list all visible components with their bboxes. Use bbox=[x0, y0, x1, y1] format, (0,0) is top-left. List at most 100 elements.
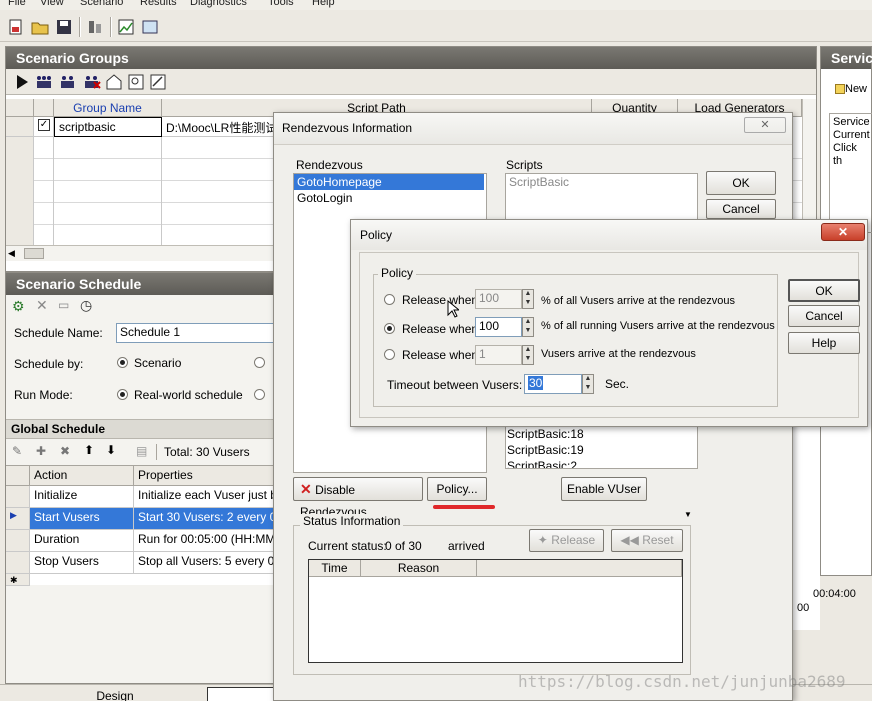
view-script-icon[interactable] bbox=[126, 72, 146, 92]
policy-option-2-input[interactable]: 100 bbox=[475, 317, 522, 337]
move-up-icon[interactable]: ⬆ bbox=[84, 443, 94, 457]
policy-option-1-suffix: % of all Vusers arrive at the rendezvous bbox=[541, 295, 736, 307]
menu-view[interactable]: View bbox=[40, 0, 64, 8]
policy-groupbox-label: Policy bbox=[378, 266, 417, 280]
column-properties[interactable]: Properties bbox=[134, 466, 279, 486]
policy-option-1-radio[interactable] bbox=[384, 294, 395, 305]
props-initialize[interactable]: Initialize each Vuser just befo bbox=[134, 486, 279, 508]
save-icon[interactable] bbox=[54, 17, 74, 37]
policy-ok-button[interactable]: OK bbox=[788, 279, 860, 302]
results-icon[interactable] bbox=[140, 17, 160, 37]
policy-option-3-input[interactable]: 1 bbox=[475, 345, 522, 365]
menu-scenario[interactable]: Scenario bbox=[80, 0, 123, 8]
schedule-by-scenario-label: Scenario bbox=[134, 356, 182, 370]
policy-option-2-radio[interactable] bbox=[384, 323, 395, 334]
policy-close-button[interactable]: ✕ bbox=[821, 223, 865, 241]
load-generators-icon[interactable] bbox=[86, 17, 106, 37]
current-status-label: Current status: bbox=[308, 539, 387, 553]
global-schedule-grid: Action Properties Initialize Initialize … bbox=[6, 465, 279, 586]
policy-button[interactable]: Policy... bbox=[427, 477, 487, 501]
menu-results[interactable]: Results bbox=[140, 0, 177, 8]
reset-button[interactable]: ◀◀ Reset bbox=[611, 529, 683, 552]
rendezvous-close-button[interactable]: ✕ bbox=[744, 117, 786, 133]
scripts-scroll-down-icon[interactable]: ▼ bbox=[684, 510, 692, 519]
column-group-name[interactable]: Group Name bbox=[54, 99, 162, 117]
run-time-settings-icon[interactable] bbox=[148, 72, 168, 92]
vusers-icon[interactable] bbox=[34, 72, 54, 92]
policy-option-2-spinner[interactable]: ▲ ▼ bbox=[522, 317, 534, 337]
clock-icon[interactable]: ◷ bbox=[80, 297, 92, 314]
policy-option-1-spinner[interactable]: ▲ ▼ bbox=[522, 289, 534, 309]
run-vusers-icon[interactable] bbox=[58, 72, 78, 92]
details-icon[interactable] bbox=[104, 72, 124, 92]
disable-rendezvous-button[interactable]: ✕ Disable Rendezvous bbox=[293, 477, 423, 519]
schedule-by-group-radio[interactable] bbox=[254, 357, 265, 368]
run-mode-realworld-radio[interactable] bbox=[117, 389, 128, 400]
policy-option-3-spinner[interactable]: ▲ ▼ bbox=[522, 345, 534, 365]
edit-action-icon[interactable]: ✎ bbox=[12, 444, 22, 458]
delete-action-icon[interactable]: ✖ bbox=[60, 444, 70, 458]
current-status-value: 0 of 30 bbox=[385, 539, 422, 553]
rendezvous-item-gotologin[interactable]: GotoLogin bbox=[294, 190, 486, 206]
props-stop-vusers[interactable]: Stop all Vusers: 5 every 00:0 bbox=[134, 552, 279, 574]
status-groupbox-label: Status Information bbox=[300, 514, 404, 528]
run-mode-basic-radio[interactable] bbox=[254, 389, 265, 400]
column-reason[interactable]: Reason bbox=[361, 560, 477, 577]
script-item-2[interactable]: ScriptBasic:2 bbox=[507, 458, 680, 468]
tab-design[interactable]: Design bbox=[60, 689, 170, 701]
run-mode-label: Run Mode: bbox=[14, 388, 73, 402]
menu-diagnostics[interactable]: Diagnostics bbox=[190, 0, 247, 8]
rendezvous-titlebar: Rendezvous Information ✕ bbox=[274, 113, 792, 145]
new-scenario-icon[interactable] bbox=[6, 17, 26, 37]
schedule-name-input[interactable]: Schedule 1 bbox=[116, 323, 281, 343]
script-item-top[interactable]: ScriptBasic bbox=[506, 174, 697, 190]
run-mode-realworld-label: Real-world schedule bbox=[134, 388, 243, 402]
menu-file[interactable]: File bbox=[8, 0, 26, 8]
scroll-left-icon[interactable]: ◀ bbox=[8, 248, 15, 259]
view-grid-icon[interactable]: ▤ bbox=[136, 444, 147, 458]
release-button[interactable]: ✦ Release bbox=[529, 529, 604, 552]
new-service-button[interactable]: New bbox=[835, 83, 867, 95]
open-icon[interactable] bbox=[30, 17, 50, 37]
action-initialize[interactable]: Initialize bbox=[30, 486, 134, 508]
column-action[interactable]: Action bbox=[30, 466, 134, 486]
action-stop-vusers[interactable]: Stop Vusers bbox=[30, 552, 134, 574]
props-duration[interactable]: Run for 00:05:00 (HH:MM:S bbox=[134, 530, 279, 552]
props-start-vusers[interactable]: Start 30 Vusers: 2 every 00:0 bbox=[134, 508, 279, 530]
rendezvous-list-label: Rendezvous bbox=[296, 158, 363, 172]
stop-vusers-icon[interactable] bbox=[82, 72, 102, 92]
policy-option-1-input[interactable]: 100 bbox=[475, 289, 522, 309]
rendezvous-item-gotohomepage[interactable]: GotoHomepage bbox=[294, 174, 484, 190]
move-down-icon[interactable]: ⬇ bbox=[106, 443, 116, 457]
schedule-by-scenario-radio[interactable] bbox=[117, 357, 128, 368]
group-enabled-checkbox[interactable]: ✓ bbox=[34, 117, 54, 137]
timeout-spinner[interactable]: ▲ ▼ bbox=[582, 374, 594, 394]
column-time[interactable]: Time bbox=[309, 560, 361, 577]
rename-schedule-icon[interactable]: ▭ bbox=[58, 298, 69, 312]
policy-option-1-label: Release when bbox=[402, 293, 479, 307]
policy-cancel-button[interactable]: Cancel bbox=[788, 305, 860, 327]
enable-vuser-button[interactable]: Enable VUser bbox=[561, 477, 647, 501]
script-item-19[interactable]: ScriptBasic:19 bbox=[507, 442, 680, 458]
policy-option-2-suffix: % of all running Vusers arrive at the re… bbox=[541, 320, 775, 332]
delete-schedule-icon[interactable]: ✕ bbox=[36, 297, 48, 314]
schedule-settings-icon[interactable]: ⚙ bbox=[12, 298, 25, 315]
policy-help-button[interactable]: Help bbox=[788, 332, 860, 354]
start-scenario-icon[interactable] bbox=[12, 72, 32, 92]
reset-icon: ◀◀ bbox=[620, 533, 639, 547]
menu-help[interactable]: Help bbox=[312, 0, 335, 8]
add-action-icon[interactable]: ✚ bbox=[36, 444, 46, 458]
script-item-18[interactable]: ScriptBasic:18 bbox=[507, 426, 680, 442]
scenario-groups-title: Scenario Groups bbox=[6, 47, 816, 69]
group-name-cell[interactable]: scriptbasic bbox=[54, 117, 162, 137]
rendezvous-ok-button[interactable]: OK bbox=[706, 171, 776, 195]
action-duration[interactable]: Duration bbox=[30, 530, 134, 552]
action-start-vusers[interactable]: Start Vusers bbox=[30, 508, 134, 530]
policy-highlight-underline bbox=[433, 505, 495, 509]
new-icon bbox=[835, 84, 845, 95]
analysis-icon[interactable] bbox=[116, 17, 136, 37]
menu-tools[interactable]: Tools bbox=[268, 0, 294, 8]
policy-option-3-radio[interactable] bbox=[384, 349, 395, 360]
rendezvous-cancel-button[interactable]: Cancel bbox=[706, 199, 776, 219]
timeout-input[interactable]: 30 bbox=[524, 374, 582, 394]
